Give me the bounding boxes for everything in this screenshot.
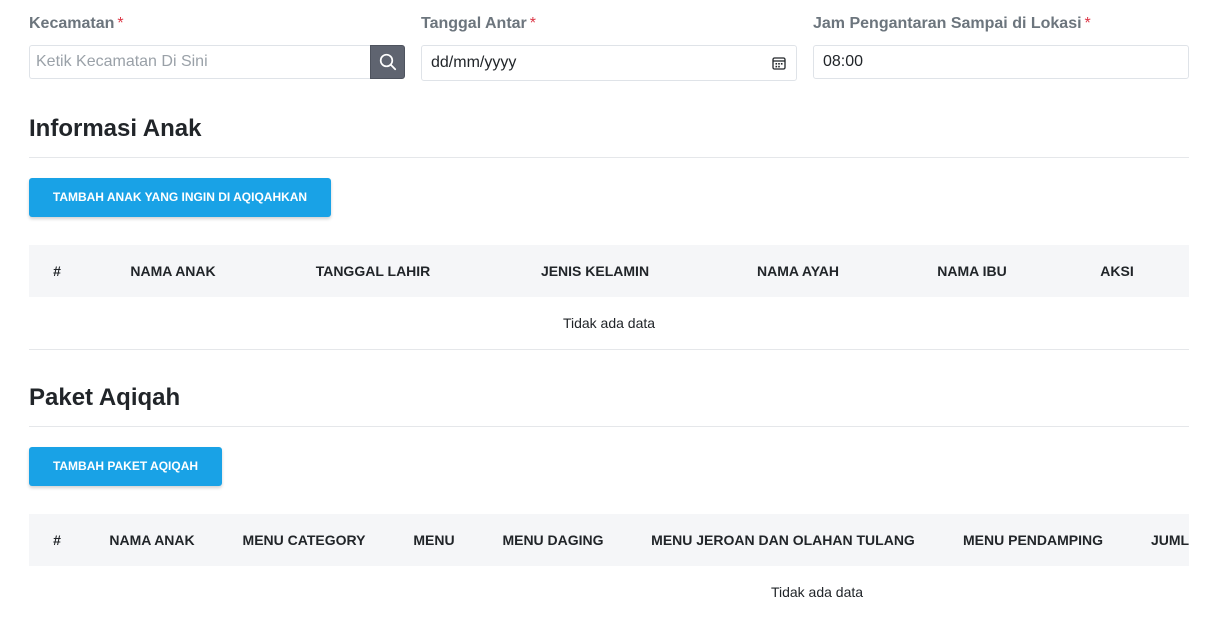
column-header-nama-anak[interactable]: NAMA ANAK bbox=[130, 245, 215, 297]
tanggal-antar-label: Tanggal Antar * bbox=[421, 15, 537, 32]
jam-pengantaran-label: Jam Pengantaran Sampai di Lokasi * bbox=[813, 15, 1091, 32]
tambah-anak-button[interactable]: TAMBAH ANAK YANG INGIN DI AQIQAHKAN bbox=[29, 178, 331, 217]
informasi-anak-table-header: # NAMA ANAK TANGGAL LAHIR JENIS KELAMIN … bbox=[29, 245, 1189, 297]
column-header-menu-category[interactable]: MENU CATEGORY bbox=[243, 514, 366, 566]
column-header-nama-anak[interactable]: NAMA ANAK bbox=[109, 514, 194, 566]
column-header-tanggal-lahir[interactable]: TANGGAL LAHIR bbox=[316, 245, 431, 297]
tanggal-antar-input-group: dd/mm/yyyy bbox=[421, 45, 797, 81]
jam-pengantaran-input[interactable] bbox=[813, 45, 1189, 79]
required-mark: * bbox=[1084, 15, 1091, 32]
column-header-menu[interactable]: MENU bbox=[413, 514, 454, 566]
paket-aqiqah-table-header: # NAMA ANAK MENU CATEGORY MENU MENU DAGI… bbox=[29, 514, 1189, 566]
kecamatan-label: Kecamatan * bbox=[29, 15, 124, 32]
section-divider bbox=[29, 157, 1189, 158]
column-header-jumlah[interactable]: JUML bbox=[1151, 514, 1189, 566]
kecamatan-search-button[interactable] bbox=[370, 45, 405, 79]
column-header-number[interactable]: # bbox=[53, 514, 61, 566]
column-header-jenis-kelamin[interactable]: JENIS KELAMIN bbox=[541, 245, 649, 297]
tanggal-antar-date-input[interactable]: dd/mm/yyyy bbox=[421, 45, 797, 81]
column-header-menu-daging[interactable]: MENU DAGING bbox=[502, 514, 603, 566]
paket-aqiqah-empty-state: Tidak ada data bbox=[770, 584, 864, 600]
informasi-anak-empty-state: Tidak ada data bbox=[562, 315, 656, 331]
section-divider bbox=[29, 426, 1189, 427]
table-bottom-border bbox=[29, 349, 1189, 350]
search-icon bbox=[379, 53, 396, 71]
required-mark: * bbox=[529, 15, 537, 32]
date-placeholder: dd/mm/yyyy bbox=[431, 54, 517, 71]
kecamatan-search-input[interactable] bbox=[29, 45, 371, 79]
required-mark: * bbox=[117, 15, 124, 32]
column-header-nama-ayah[interactable]: NAMA AYAH bbox=[757, 245, 839, 297]
column-header-menu-jeroan[interactable]: MENU JEROAN DAN OLAHAN TULANG bbox=[651, 514, 915, 566]
order-form-page: Kecamatan* Tanggal Antar* dd/mm/yyyy bbox=[0, 0, 1219, 617]
jam-pengantaran-field: Jam Pengantaran Sampai di Lokasi * bbox=[813, 14, 1189, 79]
calendar-icon[interactable] bbox=[772, 56, 786, 70]
informasi-anak-title: Informasi Anak bbox=[29, 115, 202, 142]
paket-aqiqah-title: Paket Aqiqah bbox=[29, 384, 181, 411]
column-header-menu-pendamping[interactable]: MENU PENDAMPING bbox=[963, 514, 1103, 566]
kecamatan-input-group bbox=[29, 45, 405, 79]
tambah-paket-button[interactable]: TAMBAH PAKET AQIQAH bbox=[29, 447, 222, 486]
kecamatan-field: Kecamatan * bbox=[29, 14, 405, 79]
column-header-number[interactable]: # bbox=[53, 245, 61, 297]
jam-pengantaran-input-group bbox=[813, 45, 1189, 79]
column-header-nama-ibu[interactable]: NAMA IBU bbox=[937, 245, 1006, 297]
column-header-aksi[interactable]: AKSI bbox=[1100, 245, 1133, 297]
tanggal-antar-field: Tanggal Antar * dd/mm/yyyy bbox=[421, 14, 797, 81]
